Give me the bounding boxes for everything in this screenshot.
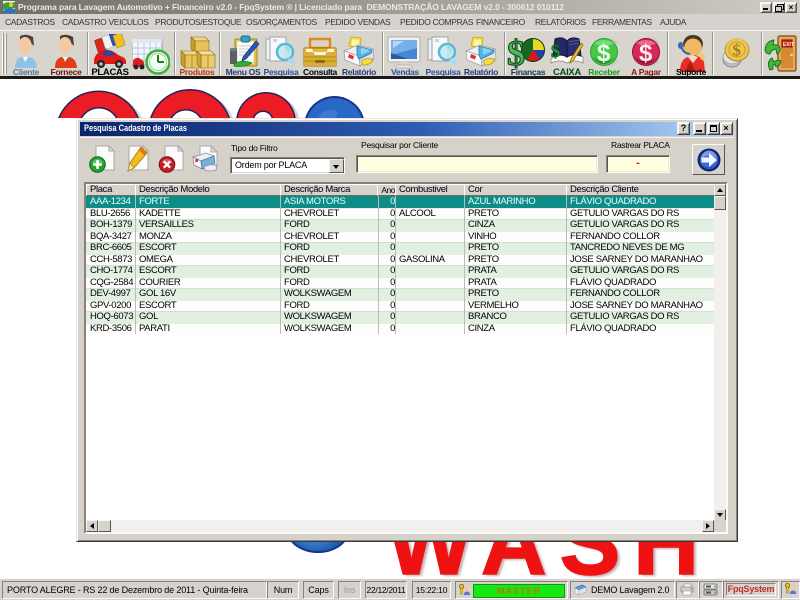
svg-text:EXIT: EXIT <box>783 42 794 48</box>
svg-text:$: $ <box>733 41 742 60</box>
svg-text:$: $ <box>551 41 560 61</box>
svg-text:$: $ <box>597 40 611 67</box>
svg-text:$: $ <box>639 40 653 67</box>
